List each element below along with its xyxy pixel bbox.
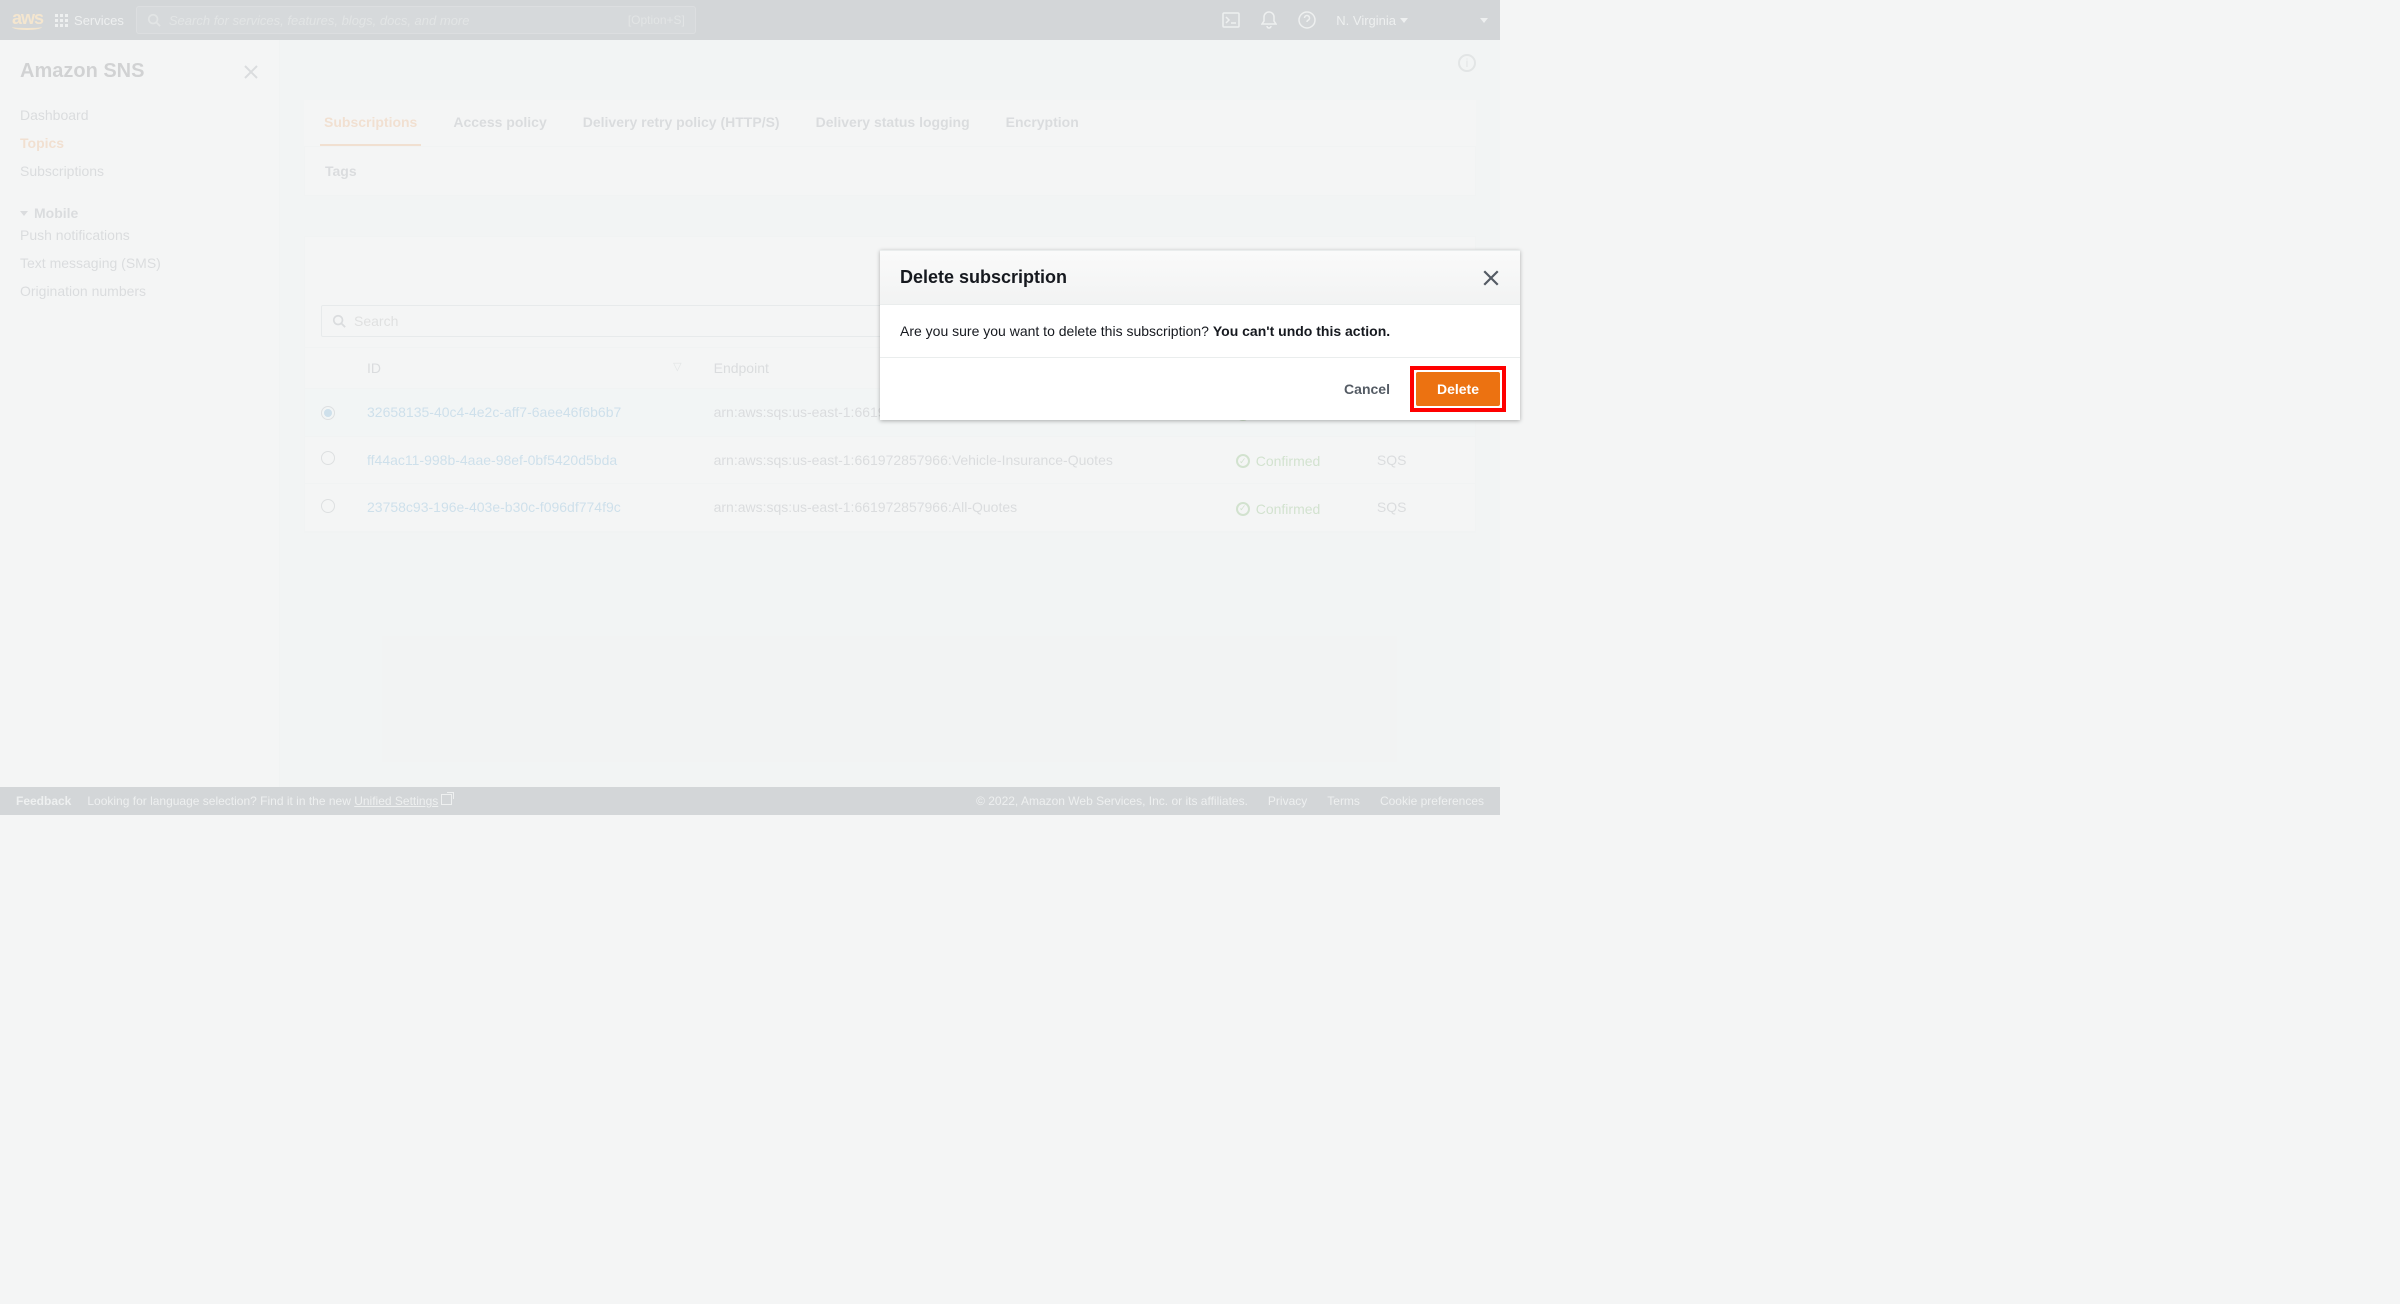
modal-close-icon[interactable] (1482, 269, 1500, 287)
modal-title: Delete subscription (900, 267, 1067, 288)
modal-overlay: Delete subscription Are you sure you wan… (0, 0, 2400, 1304)
delete-button[interactable]: Delete (1416, 372, 1500, 406)
cancel-button[interactable]: Cancel (1330, 373, 1404, 405)
delete-subscription-modal: Delete subscription Are you sure you wan… (880, 250, 1520, 420)
delete-button-highlight: Delete (1416, 372, 1500, 406)
modal-body: Are you sure you want to delete this sub… (880, 305, 1520, 357)
